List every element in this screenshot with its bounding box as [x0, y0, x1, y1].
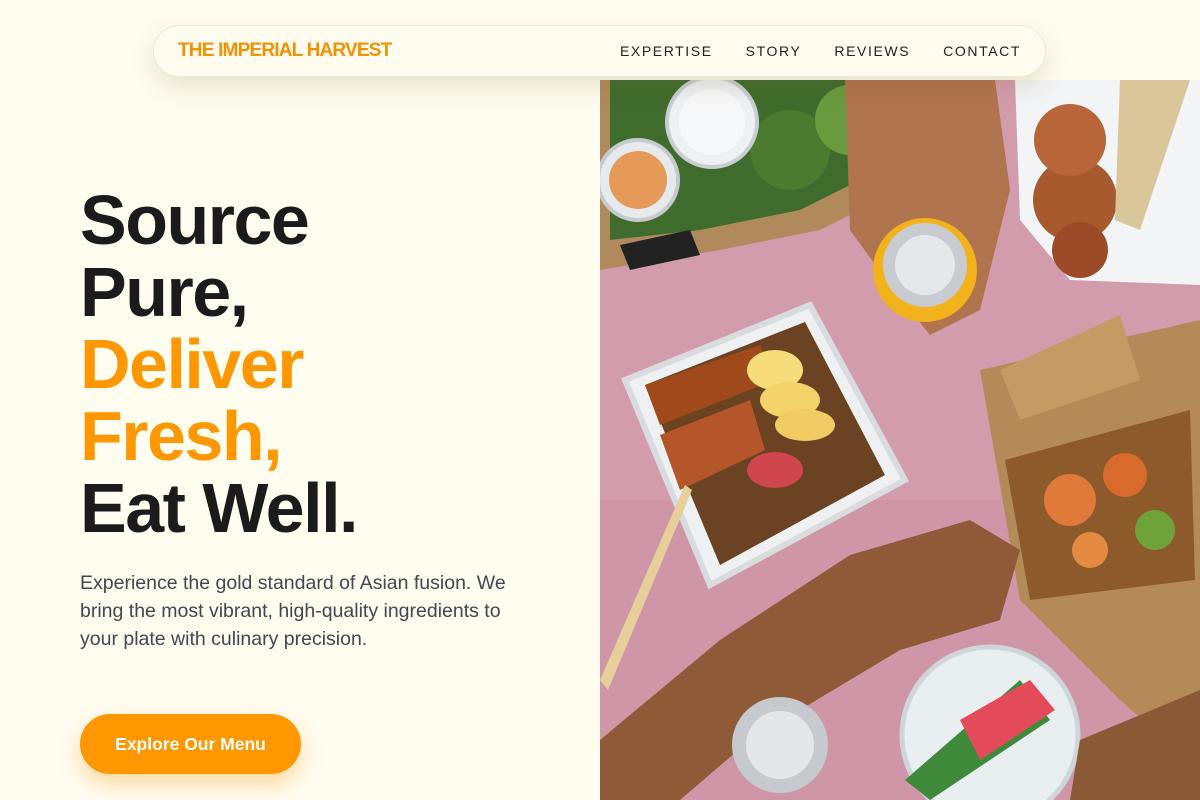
top-navigation: THE IMPERIAL HARVEST EXPERTISE STORY REV…: [153, 25, 1046, 77]
headline-line-fresh: Fresh,: [80, 397, 283, 475]
hero-description: Experience the gold standard of Asian fu…: [80, 572, 506, 650]
hero-food-photo: [600, 80, 1200, 800]
nav-link-reviews[interactable]: REVIEWS: [834, 43, 910, 59]
nav-links: EXPERTISE STORY REVIEWS CONTACT: [587, 43, 1021, 59]
hero-headline: Source Pure, Deliver Fresh, Eat Well.: [80, 181, 358, 547]
headline-line-deliver: Deliver: [80, 325, 304, 403]
brand-logo[interactable]: THE IMPERIAL HARVEST: [178, 40, 392, 62]
nav-link-expertise[interactable]: EXPERTISE: [620, 43, 713, 59]
headline-line-source: Source: [80, 181, 310, 259]
nav-link-contact[interactable]: CONTACT: [943, 43, 1021, 59]
nav-link-story[interactable]: STORY: [746, 43, 802, 59]
landing-page: THE IMPERIAL HARVEST EXPERTISE STORY REV…: [0, 0, 1200, 800]
headline-line-pure: Pure,: [80, 253, 249, 331]
food-spread-illustration: [600, 80, 1200, 800]
explore-menu-button[interactable]: Explore Our Menu: [80, 714, 301, 774]
headline-line-eat-well: Eat Well.: [80, 469, 358, 547]
